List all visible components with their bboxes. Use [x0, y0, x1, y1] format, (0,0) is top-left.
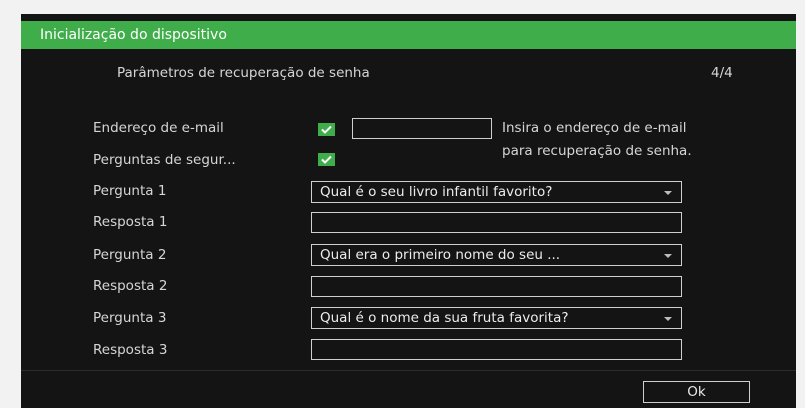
answer-2-label: Resposta 2 — [93, 278, 168, 294]
answer-3-label: Resposta 3 — [93, 342, 168, 358]
security-questions-checkbox[interactable] — [318, 153, 335, 166]
ok-button[interactable]: Ok — [643, 381, 750, 403]
question-2-select[interactable]: Qual era o primeiro nome do seu ... — [311, 244, 682, 266]
email-label: Endereço de e-mail — [93, 120, 224, 136]
question-3-select[interactable]: Qual é o nome da sua fruta favorita? — [311, 307, 682, 329]
email-hint-line-1: Insira o endereço de e-mail — [502, 120, 687, 136]
question-1-select[interactable]: Qual é o seu livro infantil favorito? — [311, 181, 682, 203]
footer-divider — [21, 370, 796, 371]
question-3-value: Qual é o nome da sua fruta favorita? — [320, 310, 569, 326]
chevron-down-icon — [664, 317, 672, 321]
device-initialization-dialog: Inicialização do dispositivo Parâmetros … — [21, 14, 796, 408]
email-checkbox[interactable] — [318, 123, 335, 136]
question-2-label: Pergunta 2 — [93, 247, 167, 263]
answer-1-label: Resposta 1 — [93, 214, 168, 230]
step-indicator: 4/4 — [711, 65, 733, 81]
screen: Inicialização do dispositivo Parâmetros … — [0, 0, 805, 408]
question-1-value: Qual é o seu livro infantil favorito? — [320, 184, 553, 200]
answer-3-input[interactable] — [311, 339, 682, 360]
title-bar: Inicialização do dispositivo — [21, 21, 796, 49]
chevron-down-icon — [664, 191, 672, 195]
email-input[interactable] — [352, 118, 492, 139]
question-2-value: Qual era o primeiro nome do seu ... — [320, 247, 561, 263]
question-1-label: Pergunta 1 — [93, 183, 167, 199]
question-3-label: Pergunta 3 — [93, 310, 167, 326]
dialog-title: Inicialização do dispositivo — [40, 27, 227, 43]
check-icon — [321, 125, 332, 134]
answer-1-input[interactable] — [311, 212, 682, 233]
chevron-down-icon — [664, 254, 672, 258]
section-heading: Parâmetros de recuperação de senha — [117, 65, 370, 81]
email-hint-line-2: para recuperação de senha. — [502, 143, 692, 159]
security-questions-label: Perguntas de segur... — [93, 152, 236, 168]
check-icon — [321, 155, 332, 164]
answer-2-input[interactable] — [311, 276, 682, 297]
